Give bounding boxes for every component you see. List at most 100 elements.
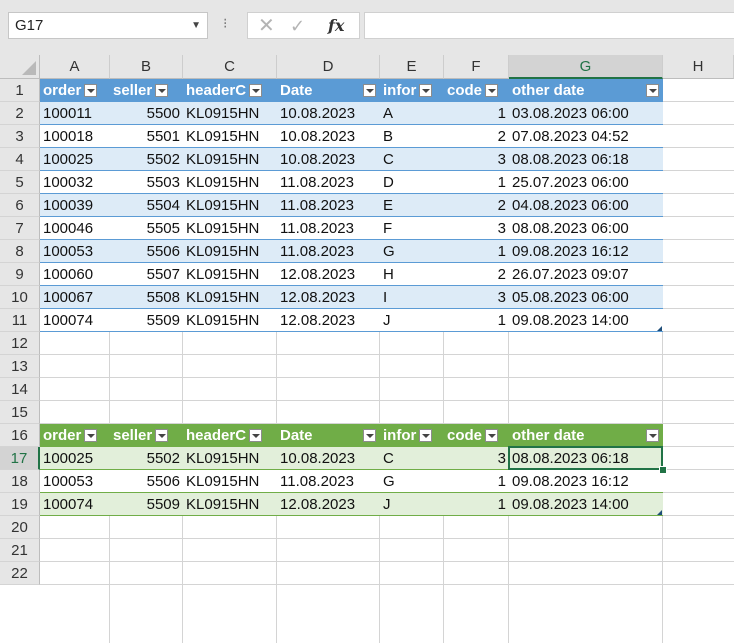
table-cell[interactable]: B [380,125,444,148]
row-header-22[interactable]: 22 [0,562,40,585]
table-cell[interactable]: 5500 [110,102,183,125]
table-header-cell[interactable]: headerC [183,424,277,447]
filter-dropdown-icon[interactable] [84,429,98,442]
row-header-15[interactable]: 15 [0,401,40,424]
table-cell[interactable]: 12.08.2023 [277,263,380,286]
table-cell[interactable]: KL0915HN [183,447,277,470]
enter-icon[interactable]: ✓ [290,14,305,38]
table-cell[interactable]: 100053 [40,470,110,493]
drag-handle-icon[interactable]: ⁝ [223,15,228,32]
column-header-b[interactable]: B [110,55,183,79]
table-cell[interactable]: 1 [444,493,509,516]
spreadsheet-grid[interactable]: ABCDEFGH 1 2 3 4 5 6 7 8 9 10 11 12 13 14 15 16 17 18 19 20… [0,55,734,643]
table-cell[interactable]: KL0915HN [183,102,277,125]
table-header-cell[interactable]: Date [277,424,380,447]
table-cell[interactable]: D [380,171,444,194]
table-cell[interactable]: H [380,263,444,286]
filter-dropdown-icon[interactable] [249,429,263,442]
table-cell[interactable]: I [380,286,444,309]
table-cell[interactable]: 5507 [110,263,183,286]
table-cell[interactable]: 100025 [40,148,110,171]
table-cell[interactable]: 100039 [40,194,110,217]
table-cell[interactable]: 5502 [110,148,183,171]
row-header-12[interactable]: 12 [0,332,40,355]
table-cell[interactable]: 1 [444,240,509,263]
table-cell[interactable]: 100011 [40,102,110,125]
row-header-4[interactable]: 4 [0,148,40,171]
row-header-2[interactable]: 2 [0,102,40,125]
filter-dropdown-icon[interactable] [646,84,659,97]
table-cell[interactable]: 100032 [40,171,110,194]
table-cell[interactable]: 12.08.2023 [277,309,380,332]
table-cell[interactable]: 2 [444,194,509,217]
table-cell[interactable]: 1 [444,171,509,194]
table-cell[interactable]: 3 [444,148,509,171]
row-header-16[interactable]: 16 [0,424,40,447]
filter-dropdown-icon[interactable] [155,84,169,97]
table-cell[interactable]: 08.08.2023 06:00 [509,217,663,240]
table-cell[interactable]: 100046 [40,217,110,240]
filter-dropdown-icon[interactable] [363,429,376,442]
table-cell[interactable]: KL0915HN [183,125,277,148]
column-header-f[interactable]: F [444,55,509,79]
row-header-1[interactable]: 1 [0,79,40,102]
table-cell[interactable]: F [380,217,444,240]
filter-dropdown-icon[interactable] [84,84,98,97]
table-cell[interactable]: 2 [444,125,509,148]
table-cell[interactable]: C [380,148,444,171]
formula-input[interactable] [364,12,734,39]
column-header-h[interactable]: H [663,55,734,79]
row-header-20[interactable]: 20 [0,516,40,539]
table-cell[interactable]: 09.08.2023 16:12 [509,470,663,493]
table-cell[interactable]: 1 [444,470,509,493]
table-cell[interactable]: KL0915HN [183,217,277,240]
row-header-5[interactable]: 5 [0,171,40,194]
table-cell[interactable]: 1 [444,102,509,125]
table-cell[interactable]: J [380,493,444,516]
table-cell[interactable]: 03.08.2023 06:00 [509,102,663,125]
table-cell[interactable]: KL0915HN [183,286,277,309]
table-header-cell[interactable]: code [444,424,509,447]
table-cell[interactable]: 3 [444,217,509,240]
table-resize-icon[interactable] [657,326,662,331]
table-cell[interactable]: 5509 [110,493,183,516]
table-cell[interactable]: 10.08.2023 [277,102,380,125]
table-cell[interactable]: 5506 [110,240,183,263]
table-cell[interactable]: 09.08.2023 14:00 [509,309,663,332]
table-header-cell[interactable]: infor [380,79,444,102]
row-header-13[interactable]: 13 [0,355,40,378]
table-cell[interactable]: 100025 [40,447,110,470]
row-header-18[interactable]: 18 [0,470,40,493]
fill-handle[interactable] [659,466,667,474]
table-cell[interactable]: KL0915HN [183,493,277,516]
row-header-11[interactable]: 11 [0,309,40,332]
table-cell[interactable]: 12.08.2023 [277,493,380,516]
table-cell[interactable]: 09.08.2023 16:12 [509,240,663,263]
table-cell[interactable]: E [380,194,444,217]
row-header-8[interactable]: 8 [0,240,40,263]
table-cell[interactable]: G [380,240,444,263]
column-header-c[interactable]: C [183,55,277,79]
table-cell[interactable]: 100074 [40,493,110,516]
table-cell[interactable]: 10.08.2023 [277,125,380,148]
row-header-3[interactable]: 3 [0,125,40,148]
table-cell[interactable]: 2 [444,263,509,286]
table-cell[interactable]: 10.08.2023 [277,148,380,171]
column-header-a[interactable]: A [40,55,110,79]
column-header-g[interactable]: G [509,55,663,79]
table-cell[interactable]: 07.08.2023 04:52 [509,125,663,148]
table-cell[interactable]: 26.07.2023 09:07 [509,263,663,286]
filter-dropdown-icon[interactable] [485,429,499,442]
table-cell[interactable]: 100074 [40,309,110,332]
filter-dropdown-icon[interactable] [419,429,433,442]
select-all-button[interactable] [0,55,40,79]
table-cell[interactable]: 5502 [110,447,183,470]
table-header-cell[interactable]: seller [110,424,183,447]
table-cell[interactable]: 5503 [110,171,183,194]
table-cell[interactable]: 05.08.2023 06:00 [509,286,663,309]
table-cell[interactable]: 5506 [110,470,183,493]
table-header-cell[interactable]: seller [110,79,183,102]
row-header-17[interactable]: 17 [0,447,40,470]
table-cell[interactable]: 11.08.2023 [277,240,380,263]
column-header-d[interactable]: D [277,55,380,79]
